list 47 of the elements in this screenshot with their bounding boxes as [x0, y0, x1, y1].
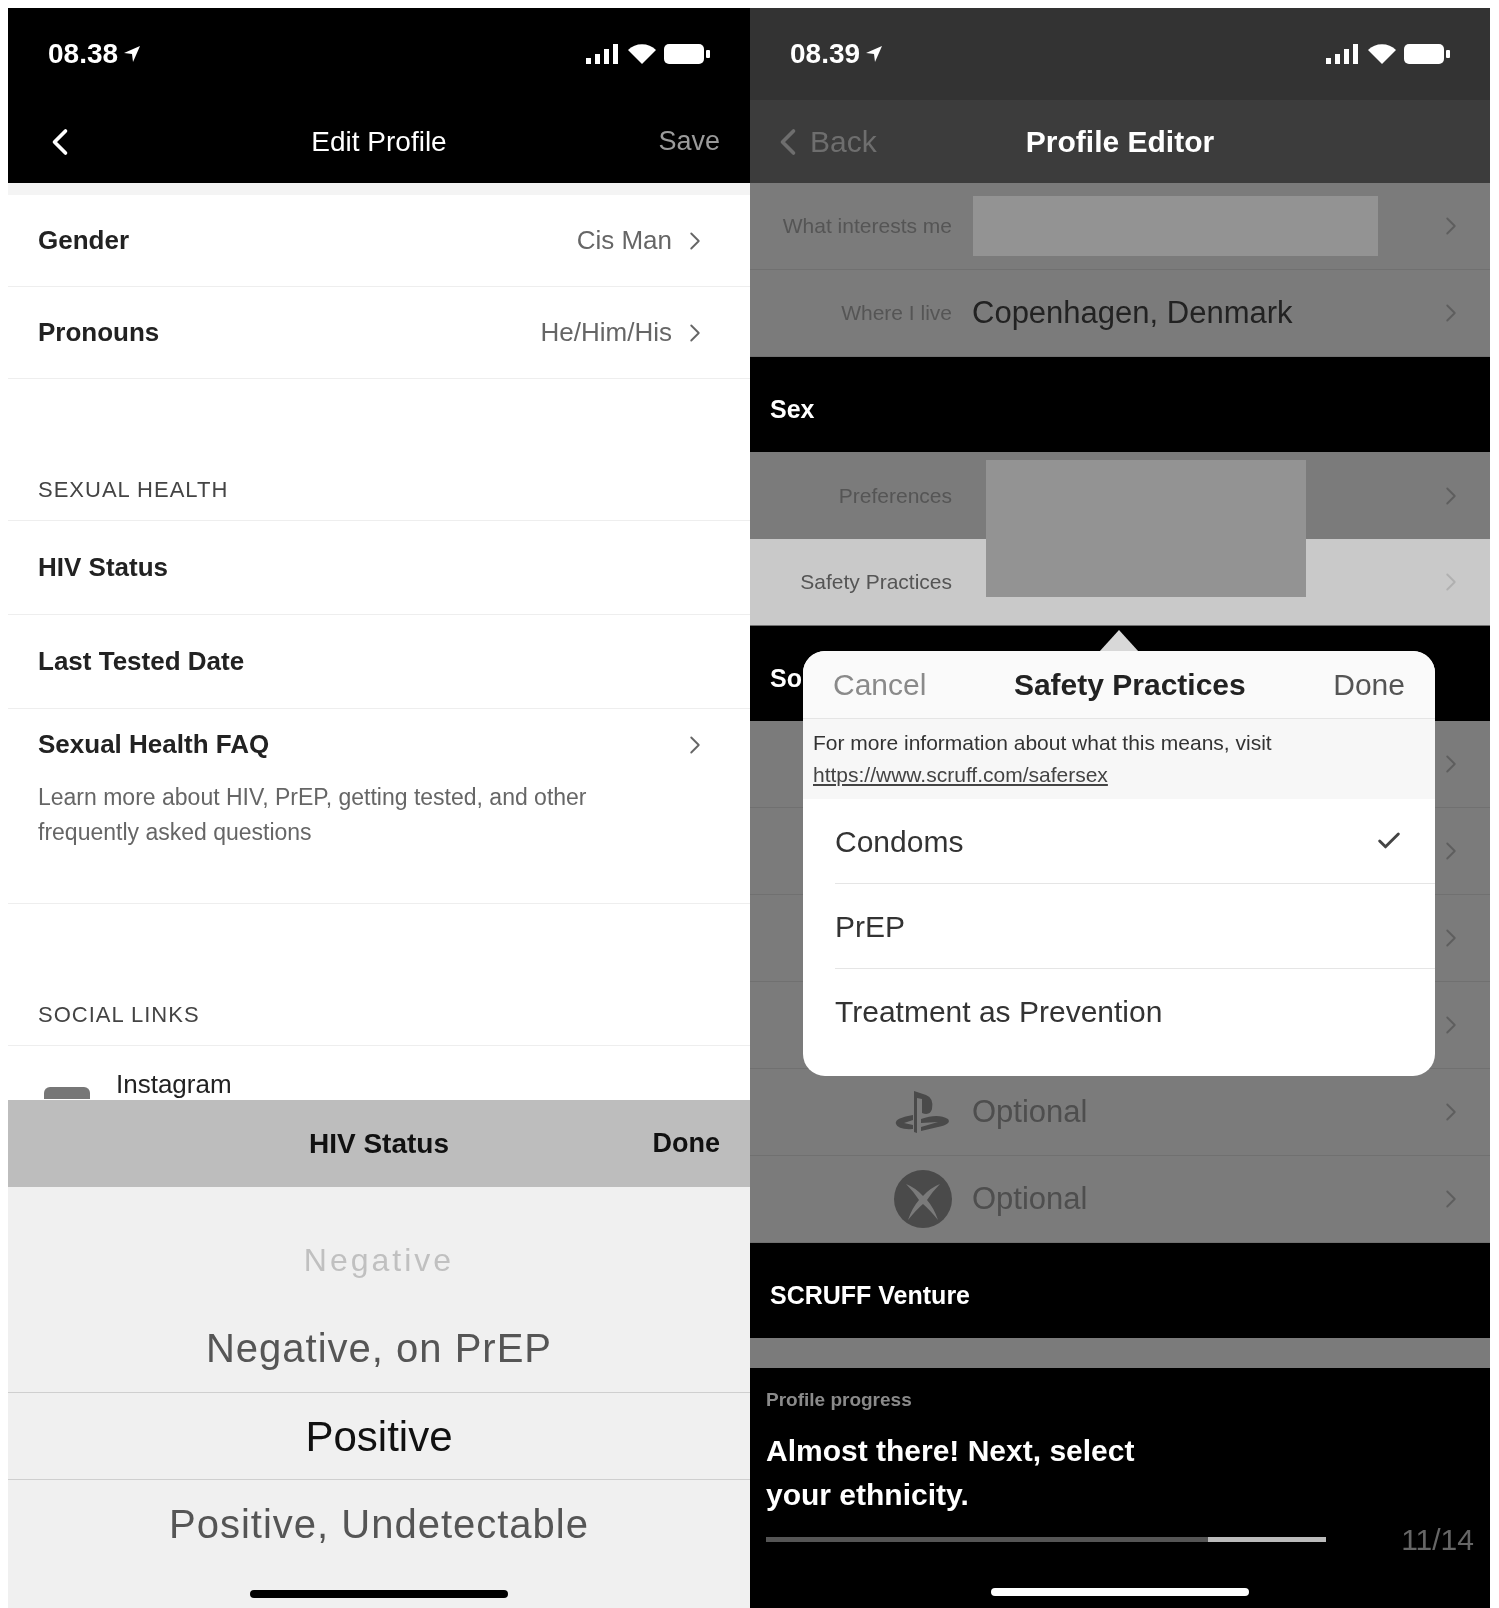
signal-icon — [1326, 44, 1360, 64]
row-value: He/Him/His — [540, 316, 672, 349]
section-header: SCRUFF Venture — [770, 1279, 971, 1311]
done-button[interactable]: Done — [1333, 662, 1405, 707]
x-circle-logo-icon — [894, 1170, 952, 1228]
picker-option[interactable]: Negative, on PrEP — [8, 1304, 750, 1392]
status-time: 08.39 — [790, 37, 861, 71]
nav-title: Profile Editor — [1025, 124, 1215, 160]
popover-arrow — [1099, 630, 1139, 652]
row-label: Pronouns — [38, 316, 160, 349]
section-header: Sex — [770, 393, 815, 425]
signal-icon — [586, 44, 620, 64]
battery-icon — [1404, 43, 1450, 65]
option-row[interactable]: Condoms — [835, 799, 1435, 884]
social-row[interactable]: Instagram — [8, 1046, 750, 1099]
wifi-icon — [628, 44, 656, 64]
option-row[interactable]: Treatment as Prevention — [835, 969, 1435, 1054]
done-button[interactable]: Done — [652, 1123, 720, 1164]
picker-title: HIV Status — [309, 1126, 449, 1161]
battery-icon — [664, 43, 710, 65]
row-label: Safety Practices — [800, 569, 952, 596]
picker-option[interactable]: Positive, Undetectable — [8, 1480, 750, 1568]
progress-label: Profile progress — [766, 1388, 913, 1412]
info-text: For more information about what this means, visit — [813, 730, 1273, 756]
row-value: Copenhagen, Denmark — [972, 293, 1293, 332]
progress-count: 11/14 — [1401, 1521, 1474, 1558]
profile-row[interactable]: Safety Practices — [750, 539, 1490, 626]
info-link[interactable]: https://www.scruff.com/safersex — [813, 759, 1108, 791]
nav-title: Edit Profile — [311, 124, 447, 159]
picker-option[interactable]: Positive — [8, 1392, 750, 1480]
save-button[interactable]: Save — [658, 121, 720, 162]
section-header: SEXUAL HEALTH — [38, 476, 229, 504]
popover-title: Safety Practices — [1013, 667, 1246, 703]
location-arrow-icon — [866, 46, 883, 62]
row-description: Learn more about HIV, PrEP, getting tested, and other frequently asked questions — [38, 783, 588, 847]
row-label: Gender — [38, 224, 130, 257]
wifi-icon — [1368, 44, 1396, 64]
section-header: SOCIAL LINKS — [38, 1001, 200, 1029]
console-logo-icon — [894, 1089, 952, 1135]
status-time: 08.38 — [48, 37, 119, 71]
option-row[interactable]: PrEP — [835, 884, 1435, 969]
row-label: Sexual Health FAQ — [38, 728, 270, 761]
row-value: Cis Man — [576, 224, 672, 257]
progress-message: Almost there! Next, select your ethnicity. — [766, 1432, 1136, 1513]
section-header: So — [770, 662, 802, 694]
social-icon — [44, 1087, 90, 1099]
location-arrow-icon — [124, 46, 141, 62]
